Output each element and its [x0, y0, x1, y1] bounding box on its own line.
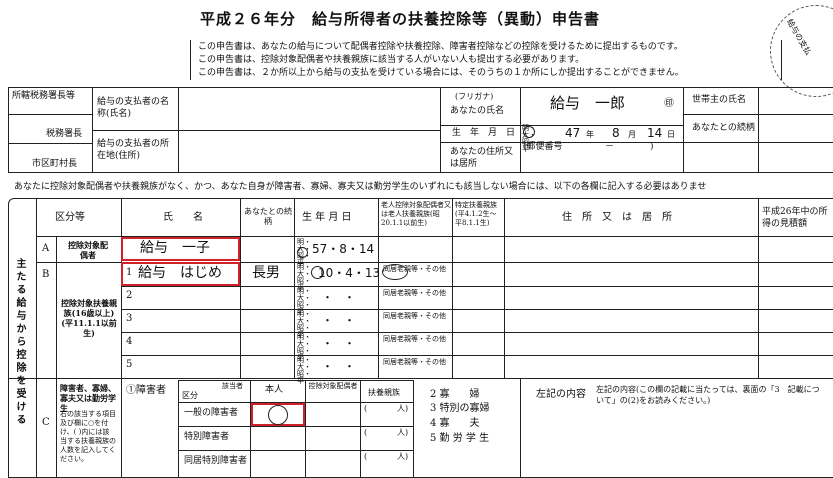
gaito-label: 該当者	[222, 382, 243, 390]
address-label: あなたの住所又は居所	[450, 147, 514, 169]
payer-name-label: 給与の支払者の名称(氏名)	[97, 97, 170, 119]
name-value[interactable]: 給与 一郎	[550, 96, 625, 111]
instruction-text: あなたに控除対象配偶者や扶養親族がなく、かつ、あなた自身が障害者、寡婦、寡夫又は…	[14, 182, 707, 192]
address-field[interactable]	[522, 155, 682, 171]
spouse-era-circle	[297, 247, 308, 258]
era-circle-showa	[523, 126, 535, 138]
month-unit: 月	[628, 130, 636, 139]
postal-close: )	[650, 142, 654, 152]
dep-row-num: 5	[126, 359, 133, 370]
postal-dash: －	[605, 142, 615, 152]
widow-item[interactable]: 2 寡 婦	[430, 390, 480, 400]
section-c-letter: C	[42, 417, 50, 428]
paren-open: (	[364, 452, 368, 461]
year-unit: 年	[586, 130, 594, 139]
person-count: 人)	[397, 452, 409, 461]
widow-item[interactable]: 3 特別の寡婦	[430, 404, 490, 414]
section-c-note: 右の該当する項目及び欄に○を付け、( )内には該当する扶養親族の人数を記入してく…	[60, 410, 116, 463]
note-1: この申告書は、あなたの給与について配偶者控除や扶養控除、障害者控除などの控除を受…	[198, 42, 683, 52]
section-a-label: 控除対象配偶者	[68, 240, 108, 260]
section-b-letter: B	[42, 269, 50, 280]
relation-label: あなたとの続柄	[692, 123, 755, 133]
city-suffix: 市区町村長	[32, 159, 78, 169]
spouse-name[interactable]: 給与 一子	[140, 241, 210, 255]
name-label: あなたの氏名	[450, 106, 505, 116]
birth-label: 生 年 月 日	[452, 128, 516, 138]
side-label: 主たる給与から控除を受ける	[14, 258, 25, 427]
dep-birth[interactable]: ・ ・	[322, 361, 355, 372]
paren-open: (	[364, 428, 368, 437]
furigana-label: (フリガナ)	[455, 92, 494, 101]
payer-name-field[interactable]	[180, 89, 438, 129]
dep-birth[interactable]: 10・4・13	[318, 267, 380, 279]
col-birth: 生 年 月 日	[302, 212, 352, 223]
kubun-label: 区分	[182, 391, 198, 400]
tax-office-label: 所轄税務署長等	[12, 91, 76, 101]
widow-item[interactable]: 4 寡 夫	[430, 419, 480, 429]
section-a-letter: A	[42, 243, 50, 254]
postal-label: (郵便番号	[523, 142, 563, 152]
col-name: 氏 名	[163, 212, 203, 223]
person-count: 人)	[397, 404, 409, 413]
cohab-choices: 同居老親等・その他	[383, 265, 446, 273]
householder-label: 世帯主の氏名	[692, 95, 747, 105]
dep-birth[interactable]: ・ ・	[322, 315, 355, 326]
col-spouse: 控除対象配偶者	[308, 382, 358, 390]
householder-field[interactable]	[760, 89, 833, 113]
cohab-choices: 同居老親等・その他	[383, 335, 446, 343]
note-2: この申告書は、控除対象配偶者や扶養親族に該当する人がいない人も提出する必要があり…	[198, 55, 585, 65]
col-special: 特定扶養親族(平4.1.2生〜平8.1.1生)	[455, 201, 497, 227]
col-address: 住 所 又 は 居 所	[562, 212, 672, 223]
cohab-choices: 同居老親等・その他	[383, 358, 446, 366]
note-3: この申告書は、２か所以上から給与の支払を受けている場合には、そのうちの１か所にし…	[198, 68, 684, 78]
section-c-label: 障害者、寡婦、寡夫又は勤労学生	[60, 383, 116, 413]
payer-address-label: 給与の支払者の所在地(住所)	[97, 139, 170, 161]
birth-year[interactable]: 47	[565, 127, 580, 139]
row-special: 特別障害者	[184, 432, 230, 442]
self-general-circle[interactable]	[268, 405, 288, 425]
remark-text: 左記の内容(この欄の記載に当たっては、裏面の「3 記載について」の(2)をお読み…	[596, 385, 820, 405]
remark-title: 左記の内容	[536, 389, 586, 400]
person-count: 人)	[397, 428, 409, 437]
col-self: 本人	[265, 385, 284, 395]
cohab-choices: 同居老親等・その他	[383, 312, 446, 320]
birth-day[interactable]: 14	[647, 127, 662, 139]
payer-address-field[interactable]	[180, 132, 438, 172]
birth-month[interactable]: 8	[612, 127, 620, 139]
col-dep: 扶養親族	[368, 388, 400, 397]
widow-item[interactable]: 5 勤 労 学 生	[430, 434, 489, 444]
dep-name[interactable]: 給与 はじめ	[138, 266, 222, 280]
disabled-item: ①障害者	[126, 385, 166, 396]
spouse-birth[interactable]: 57・8・14	[312, 243, 374, 255]
paren-open: (	[364, 404, 368, 413]
dep-birth[interactable]: ・ ・	[322, 338, 355, 349]
day-unit: 日	[667, 130, 675, 139]
col-elderly: 老人控除対象配偶者又は老人扶養親族(昭20.1.1以前生)	[381, 201, 451, 227]
row-general: 一般の障害者	[184, 408, 239, 418]
dep-relation[interactable]: 長男	[252, 266, 280, 280]
page-title: 平成２６年分 給与所得者の扶養控除等（異動）申告書	[200, 10, 601, 28]
cohab-choices: 同居老親等・その他	[383, 289, 446, 297]
row-cohab-special: 同居特別障害者	[184, 456, 248, 466]
dep-row-num: 4	[126, 336, 133, 347]
seal-mark: ㊞	[664, 98, 674, 109]
dep-row-num: 2	[126, 290, 133, 301]
section-b-label: 控除対象扶養親族(16歳以上)(平11.1.1以前生)	[61, 298, 117, 338]
dep-row-num: 3	[126, 313, 133, 324]
col-category: 区分等	[55, 212, 85, 223]
tax-office-suffix: 税務署長	[46, 129, 83, 139]
col-income: 平成26年中の所得の見積額	[762, 207, 828, 229]
dep-birth[interactable]: ・ ・	[322, 292, 355, 303]
col-relation: あなたとの続柄	[244, 207, 292, 226]
